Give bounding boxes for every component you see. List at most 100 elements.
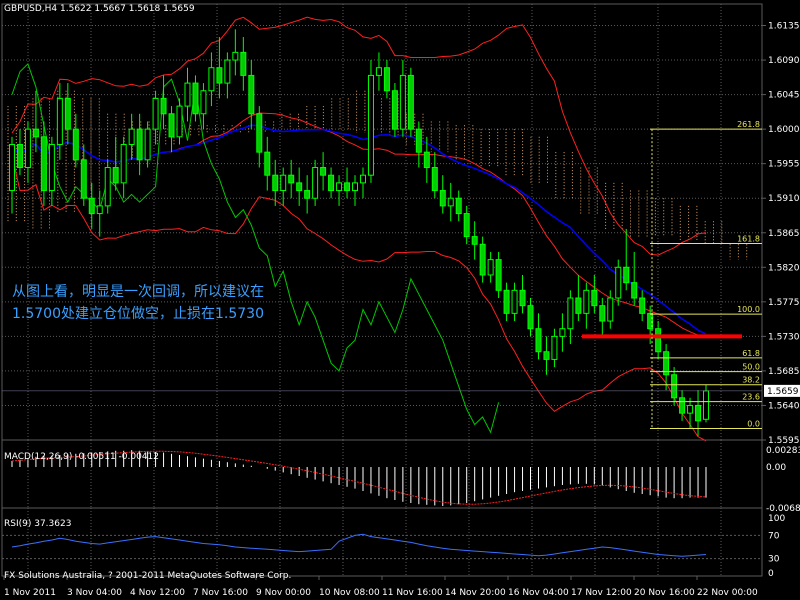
current-price-label: 1.5659 (767, 387, 799, 397)
candle-body (24, 128, 31, 169)
candle-body (16, 143, 23, 169)
candle-body (679, 397, 686, 414)
candle-body (687, 404, 694, 414)
candle-body (168, 113, 175, 138)
candle-body (463, 213, 470, 238)
time-tick-label: 4 Nov 12:00 (130, 588, 185, 598)
fib-label: 0.0 (747, 419, 760, 428)
price-tick-label: 1.5865 (768, 229, 800, 239)
annotation-line-1: 从图上看，明显是一次回调，所以建议在 (12, 284, 264, 300)
candle-body (192, 82, 199, 115)
candle-body (471, 236, 478, 245)
rsi-panel (2, 533, 762, 560)
candle-body (559, 328, 566, 337)
time-tick-label: 9 Nov 00:00 (256, 588, 311, 598)
candle-body (200, 90, 207, 115)
candle-body (336, 182, 343, 192)
rsi-tick-label: 70 (768, 531, 780, 541)
panel-frame (1, 439, 763, 509)
price-tick-label: 1.5820 (768, 263, 800, 273)
candle-body (184, 82, 191, 107)
candle-body (152, 97, 159, 130)
macd-tick-label: 0.00283 (766, 446, 800, 456)
candle-body (695, 404, 702, 422)
candle-body (320, 167, 327, 176)
candle-body (607, 297, 614, 322)
rsi-tick-label: 0 (768, 569, 774, 579)
candle-body (615, 266, 622, 299)
candle-body (671, 374, 678, 399)
price-indicators (11, 16, 707, 442)
candle-body (503, 289, 510, 314)
panel-frame (1, 3, 763, 441)
fib-label: 161.8 (737, 235, 760, 244)
time-tick-label: 20 Nov 16:00 (634, 588, 695, 598)
candle-body (703, 390, 710, 420)
price-tick-label: 1.6000 (768, 125, 800, 135)
candle-body (120, 143, 127, 184)
candle-body (136, 128, 143, 161)
candle-body (80, 159, 87, 199)
time-tick-label: 3 Nov 04:00 (67, 588, 122, 598)
candle-body (288, 174, 295, 184)
trade-annotation: 从图上看，明显是一次回调，所以建议在 1.5700处建立仓位做空，止损在1.57… (12, 281, 357, 325)
time-tick-label: 7 Nov 16:00 (193, 588, 248, 598)
candle-body (312, 167, 319, 199)
price-tick-label: 1.5730 (768, 332, 800, 342)
candle-body (264, 151, 271, 176)
candle-body (64, 97, 71, 130)
price-tick-label: 1.6135 (768, 22, 800, 32)
chart-area: 261.8 161.8 100.0 61.8 50.0 38.2 23.6 0.0 1.613… (0, 0, 800, 600)
annotation-line-2: 1.5700处建立仓位做空，止损在1.5730 (12, 306, 264, 322)
candle-body (439, 190, 446, 207)
candle-body (104, 167, 111, 207)
ichimoku-cloud (7, 90, 748, 260)
time-tick-label: 17 Nov 12:00 (571, 588, 632, 598)
candle-body (631, 282, 638, 299)
candle-body (216, 67, 223, 84)
candle-body (599, 305, 606, 322)
candle-body (519, 289, 526, 307)
candle-body (328, 174, 335, 192)
candle-body (639, 297, 646, 314)
price-tick-label: 1.6045 (768, 91, 800, 101)
bollinger-upper (11, 16, 707, 256)
candle-body (224, 59, 231, 84)
candle-body (511, 289, 518, 314)
rsi-tick-label: 100 (768, 514, 785, 524)
candle-body (88, 197, 95, 215)
candle-body (479, 243, 486, 276)
price-tick-label: 1.5595 (768, 436, 800, 446)
price-tick-label: 1.5685 (768, 367, 800, 377)
candle-body (272, 174, 279, 192)
fib-label: 38.2 (742, 376, 760, 385)
candle-body (407, 74, 414, 130)
price-tick-label: 1.5775 (768, 298, 800, 308)
fib-label: 50.0 (742, 363, 760, 372)
candle-body (415, 128, 422, 153)
candle-body (344, 182, 351, 192)
candle-body (543, 351, 550, 360)
macd-header: MACD(12,26,9) -0.00511 -0.00412 (4, 452, 159, 462)
candle-body (655, 328, 662, 353)
candle-body (256, 113, 263, 153)
candle-body (391, 90, 398, 130)
rsi-tick-label: 30 (768, 555, 780, 565)
copyright-footer: FX Solutions Australia, ? 2001-2011 Meta… (4, 571, 291, 581)
candle-body (623, 266, 630, 284)
candle-body (56, 97, 63, 145)
candle-body (280, 174, 287, 192)
price-tick-label: 1.5910 (768, 194, 800, 204)
candle-body (535, 328, 542, 353)
candle-body (367, 74, 374, 176)
candle-body (208, 67, 215, 92)
candle-body (527, 305, 534, 330)
time-tick-label: 22 Nov 00:00 (697, 588, 758, 598)
candle-body (128, 128, 135, 145)
price-tick-label: 1.5955 (768, 160, 800, 170)
candle-body (176, 105, 183, 138)
fib-label: 100.0 (737, 305, 760, 314)
candle-body (240, 51, 247, 76)
fib-label: 23.6 (742, 393, 760, 402)
candle-body (551, 335, 558, 360)
